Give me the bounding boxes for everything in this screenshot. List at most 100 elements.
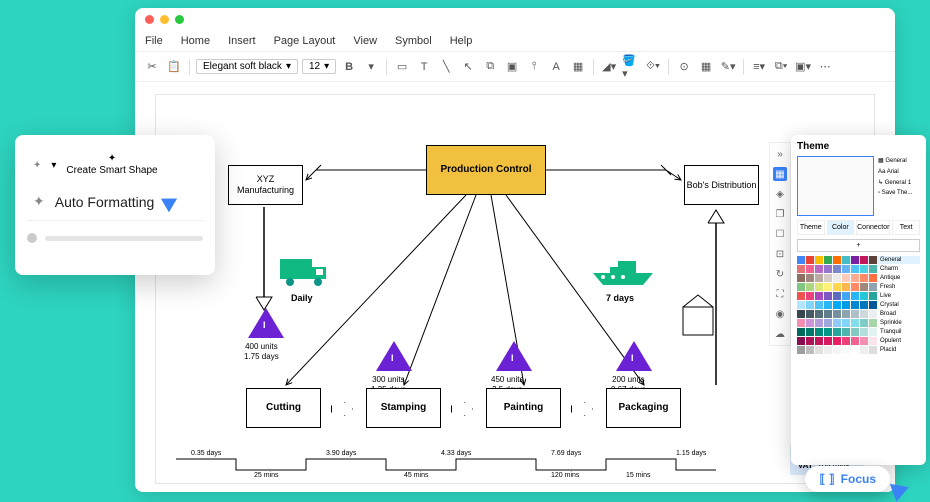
- align-icon[interactable]: ≡▾: [750, 58, 768, 76]
- font2-icon[interactable]: A: [547, 58, 565, 76]
- truck-icon: [278, 255, 333, 290]
- step-packaging[interactable]: Packaging: [606, 388, 681, 428]
- expand2-icon[interactable]: ⛶: [773, 287, 787, 301]
- timeline: 0.35 days 3.90 days 4.33 days 7.69 days …: [176, 454, 716, 478]
- cut-icon[interactable]: ✂: [143, 58, 161, 76]
- swatch-row-crystal[interactable]: Crystal: [797, 301, 920, 309]
- menu-file[interactable]: File: [145, 35, 163, 47]
- fill-icon[interactable]: ◢▾: [600, 58, 618, 76]
- layer-icon[interactable]: ▣▾: [794, 58, 812, 76]
- triangle-2[interactable]: I: [376, 341, 412, 371]
- swatch-row-placid[interactable]: Placid: [797, 346, 920, 354]
- triangle-4[interactable]: I: [616, 341, 652, 371]
- smart-shape-popup: ✦ ▾ ✦ Create Smart Shape ✦ Auto Formattin…: [15, 135, 215, 275]
- tab-color[interactable]: Color: [827, 220, 855, 235]
- cursor-icon: [161, 191, 181, 212]
- tab-text[interactable]: Text: [892, 220, 920, 235]
- triangle-3[interactable]: I: [496, 341, 532, 371]
- theme-panel: Theme ▦ General Aa Arial ↳ General 1 ▫ S…: [791, 135, 926, 465]
- max-dot[interactable]: [175, 15, 184, 24]
- location-icon[interactable]: ◉: [773, 307, 787, 321]
- rect-icon[interactable]: ▭: [393, 58, 411, 76]
- menubar: File Home Insert Page Layout View Symbol…: [135, 30, 895, 52]
- size-select[interactable]: 12 ▾: [302, 59, 336, 74]
- theme-opt-font[interactable]: Aa Arial: [878, 167, 920, 178]
- expand-icon[interactable]: »: [773, 147, 787, 161]
- menu-help[interactable]: Help: [450, 35, 473, 47]
- swatch-row-live[interactable]: Live: [797, 292, 920, 300]
- tri1-lbl: 400 units1.75 days: [244, 342, 279, 361]
- menu-pagelayout[interactable]: Page Layout: [274, 35, 336, 47]
- add-theme-btn[interactable]: +: [797, 239, 920, 252]
- swatch-row-charm[interactable]: Charm: [797, 265, 920, 273]
- menu-view[interactable]: View: [353, 35, 377, 47]
- bold-icon[interactable]: B: [340, 58, 358, 76]
- grid-icon[interactable]: ▦: [697, 58, 715, 76]
- comment-icon[interactable]: ⊡: [773, 247, 787, 261]
- tab-connector[interactable]: Connector: [856, 220, 890, 235]
- line-icon[interactable]: ╲: [437, 58, 455, 76]
- pen-icon[interactable]: ✎▾: [719, 58, 737, 76]
- theme-title: Theme: [797, 141, 920, 152]
- history-icon[interactable]: ↻: [773, 267, 787, 281]
- dropdown-icon[interactable]: ▾: [362, 58, 380, 76]
- toolbar: ✂ 📋 Elegant soft black ▾ 12 ▾ B ▾ ▭ T ╲ …: [135, 52, 895, 82]
- triangle-1[interactable]: I: [248, 308, 284, 338]
- dropdown-icon[interactable]: ▾: [51, 160, 56, 171]
- theme-opt-save[interactable]: ▫ Save The...: [878, 188, 920, 199]
- chart-icon[interactable]: ⫯: [525, 58, 543, 76]
- create-smart-btn[interactable]: Create Smart Shape: [66, 165, 157, 176]
- sparkle-icon: ✦: [33, 160, 41, 171]
- close-dot[interactable]: [145, 15, 154, 24]
- slider-dot[interactable]: [27, 233, 37, 243]
- swatch-row-tranquil[interactable]: Tranquil: [797, 328, 920, 336]
- right-sidebar: » ▦ ◈ ❐ ☐ ⊡ ↻ ⛶ ◉ ☁: [769, 142, 791, 346]
- focus-button[interactable]: ⟦ ⟧ Focus: [805, 466, 890, 492]
- cloud-icon[interactable]: ☁: [773, 327, 787, 341]
- tab-theme[interactable]: Theme: [797, 220, 825, 235]
- theme-opt-conn[interactable]: ↳ General 1: [878, 178, 920, 189]
- layers2-icon[interactable]: ❐: [773, 207, 787, 221]
- step-stamping[interactable]: Stamping: [366, 388, 441, 428]
- search-icon[interactable]: ⊙: [675, 58, 693, 76]
- cursor-icon: [890, 478, 912, 502]
- step-cutting[interactable]: Cutting: [246, 388, 321, 428]
- daily-label: Daily: [291, 293, 313, 304]
- group-icon[interactable]: ⧉▾: [772, 58, 790, 76]
- min-dot[interactable]: [160, 15, 169, 24]
- swatch-row-fresh[interactable]: Fresh: [797, 283, 920, 291]
- slider-track[interactable]: [45, 236, 203, 241]
- more-icon[interactable]: ⋯: [816, 58, 834, 76]
- auto-formatting-btn[interactable]: ✦ Auto Formatting: [27, 183, 203, 221]
- copy-icon[interactable]: 📋: [165, 58, 183, 76]
- ship-icon: [588, 253, 658, 291]
- text-icon[interactable]: T: [415, 58, 433, 76]
- canvas[interactable]: Production Control XYZ Manufacturing Bob…: [155, 94, 875, 484]
- layers-icon[interactable]: ◈: [773, 187, 787, 201]
- theme-opt-general[interactable]: ▦ General: [878, 156, 920, 167]
- swatch-row-sprinkle[interactable]: Sprinkle: [797, 319, 920, 327]
- font-select[interactable]: Elegant soft black ▾: [196, 59, 298, 74]
- swatch-row-general[interactable]: General: [797, 256, 920, 264]
- table-icon[interactable]: ▦: [569, 58, 587, 76]
- page-icon[interactable]: ☐: [773, 227, 787, 241]
- crop-icon[interactable]: ⟐▾: [644, 58, 662, 76]
- sparkle-icon: ✦: [33, 193, 45, 210]
- step-painting[interactable]: Painting: [486, 388, 561, 428]
- cursor-icon[interactable]: ↖: [459, 58, 477, 76]
- bucket-icon[interactable]: 🪣▾: [622, 58, 640, 76]
- menu-insert[interactable]: Insert: [228, 35, 256, 47]
- focus-icon: ⟦ ⟧: [819, 472, 834, 486]
- swatch-row-antique[interactable]: Antique: [797, 274, 920, 282]
- swatch-row-broad[interactable]: Broad: [797, 310, 920, 318]
- swatches: GeneralCharmAntiqueFreshLiveCrystalBroad…: [797, 256, 920, 354]
- link-icon[interactable]: ⧉: [481, 58, 499, 76]
- menu-home[interactable]: Home: [181, 35, 210, 47]
- image-icon[interactable]: ▣: [503, 58, 521, 76]
- theme-preview[interactable]: [797, 156, 874, 216]
- titlebar: [135, 8, 895, 30]
- grid-tool-icon[interactable]: ▦: [773, 167, 787, 181]
- days7-label: 7 days: [606, 293, 634, 304]
- swatch-row-opulent[interactable]: Opulent: [797, 337, 920, 345]
- menu-symbol[interactable]: Symbol: [395, 35, 432, 47]
